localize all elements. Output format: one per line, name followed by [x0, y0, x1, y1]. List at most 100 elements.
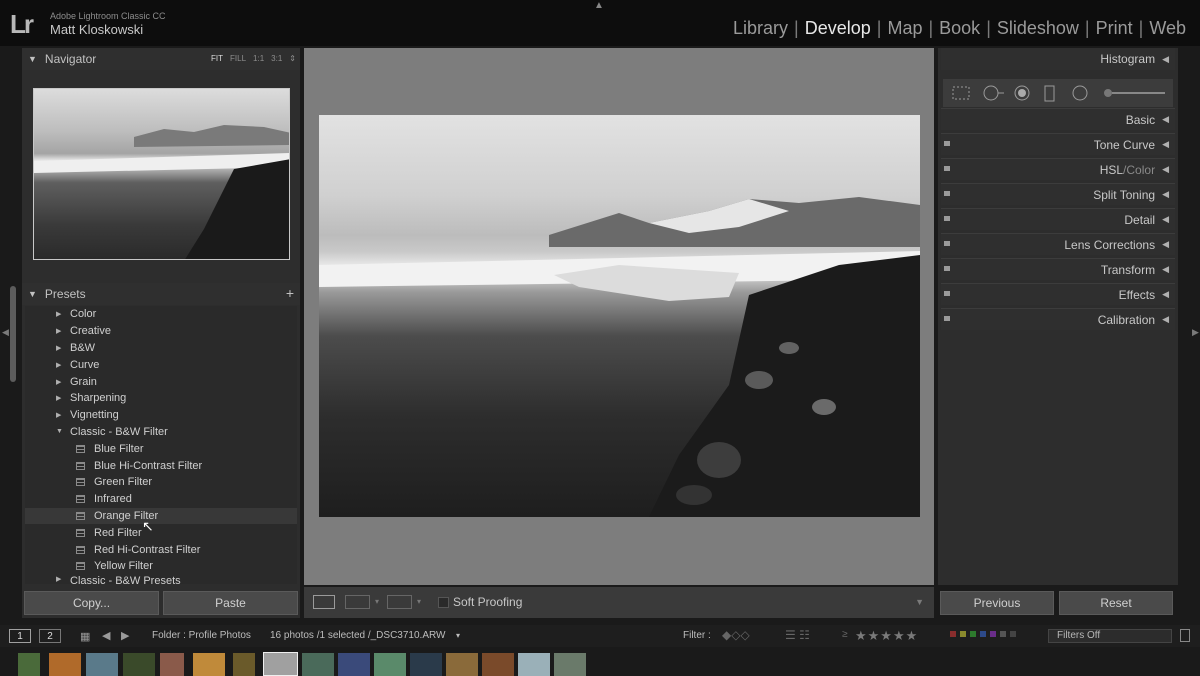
panel-hsl-color[interactable]: HSL / Color ◀ [941, 158, 1175, 180]
paste-button[interactable]: Paste [163, 591, 298, 615]
filmstrip-thumbnail[interactable] [123, 653, 155, 676]
spot-removal-tool-icon[interactable] [981, 85, 1007, 101]
image-canvas[interactable] [304, 48, 934, 585]
filmstrip-thumbnail[interactable] [302, 653, 334, 676]
preset-folder-sharpening[interactable]: ▶ Sharpening [25, 390, 297, 407]
grid-view-icon[interactable]: ▦ [80, 630, 90, 643]
panel-split-toning[interactable]: Split Toning ◀ [941, 183, 1175, 205]
navigator-header[interactable]: ▼ Navigator FIT FILL 1:1 3:1 ⇕ [22, 48, 300, 70]
previous-button[interactable]: Previous [940, 591, 1054, 615]
preset-folder-bw[interactable]: ▶ B&W [25, 340, 297, 357]
copy-button[interactable]: Copy... [24, 591, 159, 615]
toolbar-content-dropdown-icon[interactable]: ▼ [915, 597, 924, 607]
top-panel-toggle-icon[interactable]: ▲ [594, 0, 604, 11]
panel-calibration[interactable]: Calibration ◀ [941, 308, 1175, 330]
before-after-view-icon[interactable] [345, 595, 370, 609]
before-after-dropdown-icon[interactable]: ▾ [375, 597, 379, 606]
zoom-dropdown-icon[interactable]: ⇕ [289, 54, 296, 63]
panel-toggle-switch[interactable] [944, 241, 950, 246]
panel-label-color[interactable]: Color [1126, 163, 1155, 177]
filmstrip-source[interactable]: Folder : Profile Photos [152, 630, 251, 641]
soft-proofing-checkbox[interactable] [438, 597, 449, 608]
module-slideshow[interactable]: Slideshow [991, 18, 1085, 39]
filmstrip-thumbnail[interactable] [446, 653, 478, 676]
main-photo[interactable] [319, 115, 920, 517]
edit-filter-icons[interactable]: ☰ ☷ [785, 628, 810, 642]
filmstrip-thumbnail[interactable] [193, 653, 225, 676]
filmstrip-thumbnail[interactable] [374, 653, 406, 676]
filmstrip-thumbnail[interactable] [49, 653, 81, 676]
filmstrip-thumbnail[interactable] [18, 653, 40, 676]
preset-blue-hi-contrast-filter[interactable]: Blue Hi-Contrast Filter [25, 457, 297, 474]
green-label-icon[interactable] [970, 631, 976, 637]
swap-dropdown-icon[interactable]: ▾ [417, 597, 421, 606]
color-label-filter[interactable] [950, 631, 1016, 637]
panel-detail[interactable]: Detail ◀ [941, 208, 1175, 230]
preset-folder-classic-bw-presets[interactable]: ▶ Classic - B&W Presets [25, 575, 297, 584]
left-panel-scrollbar[interactable] [10, 286, 16, 382]
preset-red-filter[interactable]: Red Filter [25, 524, 297, 541]
module-book[interactable]: Book [933, 18, 986, 39]
panel-toggle-switch[interactable] [944, 316, 950, 321]
right-panel-toggle-icon[interactable]: ▶ [1192, 327, 1199, 338]
yellow-label-icon[interactable] [960, 631, 966, 637]
forward-arrow-icon[interactable]: ▶ [121, 629, 129, 642]
panel-toggle-switch[interactable] [944, 191, 950, 196]
back-arrow-icon[interactable]: ◀ [102, 629, 110, 642]
crop-tool-icon[interactable] [951, 85, 973, 101]
preset-blue-filter[interactable]: Blue Filter [25, 440, 297, 457]
zoom-fill[interactable]: FILL [230, 54, 246, 63]
preset-green-filter[interactable]: Green Filter [25, 474, 297, 491]
module-develop[interactable]: Develop [799, 18, 877, 39]
star-rating-filter[interactable]: ★★★★★ [855, 628, 918, 644]
preset-yellow-filter[interactable]: Yellow Filter [25, 558, 297, 575]
add-preset-icon[interactable]: + [286, 285, 294, 301]
preset-orange-filter[interactable]: Orange Filter [25, 507, 297, 525]
panel-basic[interactable]: Basic ◀ [941, 108, 1175, 130]
module-print[interactable]: Print [1090, 18, 1139, 39]
red-label-icon[interactable] [950, 631, 956, 637]
panel-tone-curve[interactable]: Tone Curve ◀ [941, 133, 1175, 155]
preset-red-hi-contrast-filter[interactable]: Red Hi-Contrast Filter [25, 541, 297, 558]
preset-folder-classic-bw-filter[interactable]: ▼ Classic - B&W Filter [25, 424, 297, 441]
panel-label-hsl[interactable]: HSL [1100, 163, 1123, 177]
preset-folder-grain[interactable]: ▶ Grain [25, 373, 297, 390]
navigator-preview[interactable] [33, 88, 290, 260]
loupe-view-icon[interactable] [313, 595, 335, 609]
panel-transform[interactable]: Transform ◀ [941, 258, 1175, 280]
source-dropdown-icon[interactable]: ▾ [456, 631, 460, 640]
filmstrip-thumbnail[interactable] [554, 653, 586, 676]
primary-window-button[interactable]: 1 [9, 629, 31, 643]
red-eye-tool-icon[interactable] [1013, 85, 1031, 101]
radial-filter-tool-icon[interactable] [1070, 85, 1090, 101]
reset-button[interactable]: Reset [1059, 591, 1173, 615]
filmstrip-thumbnail[interactable] [233, 653, 255, 676]
module-map[interactable]: Map [881, 18, 928, 39]
panel-toggle-switch[interactable] [944, 166, 950, 171]
filmstrip-thumbnail[interactable] [86, 653, 118, 676]
filmstrip-thumbnail[interactable] [482, 653, 514, 676]
preset-folder-color[interactable]: ▶ Color [25, 306, 297, 323]
no-label-icon[interactable] [1010, 631, 1016, 637]
presets-header[interactable]: ▼ Presets + [22, 283, 300, 305]
zoom-3-1[interactable]: 3:1 [271, 54, 282, 63]
panel-toggle-switch[interactable] [944, 266, 950, 271]
filmstrip-lock-icon[interactable] [1180, 629, 1190, 642]
module-library[interactable]: Library [727, 18, 794, 39]
zoom-fit[interactable]: FIT [211, 54, 223, 63]
purple-label-icon[interactable] [990, 631, 996, 637]
filmstrip-count[interactable]: 16 photos /1 selected /_DSC3710.ARW [270, 630, 445, 641]
filmstrip-thumbnail[interactable] [338, 653, 370, 676]
histogram-header[interactable]: Histogram ◀ [941, 48, 1175, 70]
zoom-1-1[interactable]: 1:1 [253, 54, 264, 63]
preset-folder-curve[interactable]: ▶ Curve [25, 356, 297, 373]
filmstrip-thumbnail[interactable] [410, 653, 442, 676]
panel-toggle-switch[interactable] [944, 141, 950, 146]
before-after-swap-icon[interactable] [387, 595, 412, 609]
blue-label-icon[interactable] [980, 631, 986, 637]
secondary-window-button[interactable]: 2 [39, 629, 61, 643]
filmstrip-thumbnail-selected[interactable] [263, 652, 298, 676]
preset-infrared[interactable]: Infrared [25, 491, 297, 508]
filters-dropdown[interactable]: Filters Off [1048, 629, 1172, 643]
panel-effects[interactable]: Effects ◀ [941, 283, 1175, 305]
